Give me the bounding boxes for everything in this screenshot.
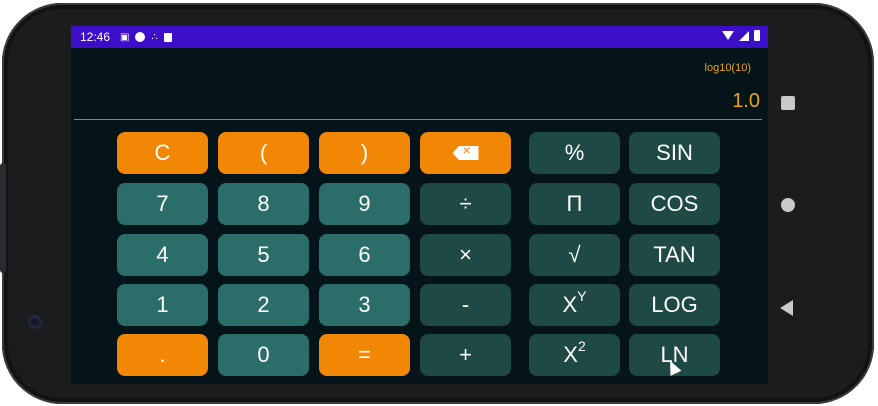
digit-1-button[interactable]: 1 <box>117 284 208 326</box>
close-paren-button[interactable]: ) <box>319 132 410 174</box>
percent-button[interactable]: % <box>529 132 620 174</box>
sin-button[interactable]: SIN <box>629 132 720 174</box>
square-exponent: 2 <box>577 338 586 354</box>
digit-0-button[interactable]: 0 <box>218 334 309 376</box>
keypad: C ( ) % SIN 7 8 9 ÷ Π COS 4 5 6 × √ TAN … <box>71 26 768 384</box>
digit-3-button[interactable]: 3 <box>319 284 410 326</box>
side-button <box>0 163 6 273</box>
open-paren-button[interactable]: ( <box>218 132 309 174</box>
log-button[interactable]: LOG <box>629 284 720 326</box>
square-base: X <box>563 342 578 367</box>
digit-9-button[interactable]: 9 <box>319 183 410 225</box>
navigation-bar <box>778 26 798 384</box>
tan-button[interactable]: TAN <box>629 234 720 276</box>
digit-8-button[interactable]: 8 <box>218 183 309 225</box>
divide-button[interactable]: ÷ <box>420 183 511 225</box>
digit-2-button[interactable]: 2 <box>218 284 309 326</box>
home-icon[interactable] <box>781 198 795 212</box>
multiply-button[interactable]: × <box>420 234 511 276</box>
digit-4-button[interactable]: 4 <box>117 234 208 276</box>
digit-6-button[interactable]: 6 <box>319 234 410 276</box>
square-button[interactable]: X2 <box>529 334 620 376</box>
back-icon[interactable] <box>780 300 793 316</box>
cos-button[interactable]: COS <box>629 183 720 225</box>
equals-button[interactable]: = <box>319 334 410 376</box>
digit-5-button[interactable]: 5 <box>218 234 309 276</box>
calculator-screen: 12:46 ▣ ∴ log10(10) 1.0 C ( ) % SIN 7 8 … <box>71 26 768 384</box>
backspace-icon <box>452 146 479 160</box>
power-exponent: Y <box>577 288 587 304</box>
plus-button[interactable]: + <box>420 334 511 376</box>
minus-button[interactable]: - <box>420 284 511 326</box>
power-button[interactable]: XY <box>529 284 620 326</box>
pi-button[interactable]: Π <box>529 183 620 225</box>
backspace-button[interactable] <box>420 132 511 174</box>
sqrt-button[interactable]: √ <box>529 234 620 276</box>
digit-7-button[interactable]: 7 <box>117 183 208 225</box>
power-base: X <box>562 292 578 317</box>
clear-button[interactable]: C <box>117 132 208 174</box>
front-camera <box>28 315 42 329</box>
recents-icon[interactable] <box>781 96 795 110</box>
decimal-button[interactable]: . <box>117 334 208 376</box>
